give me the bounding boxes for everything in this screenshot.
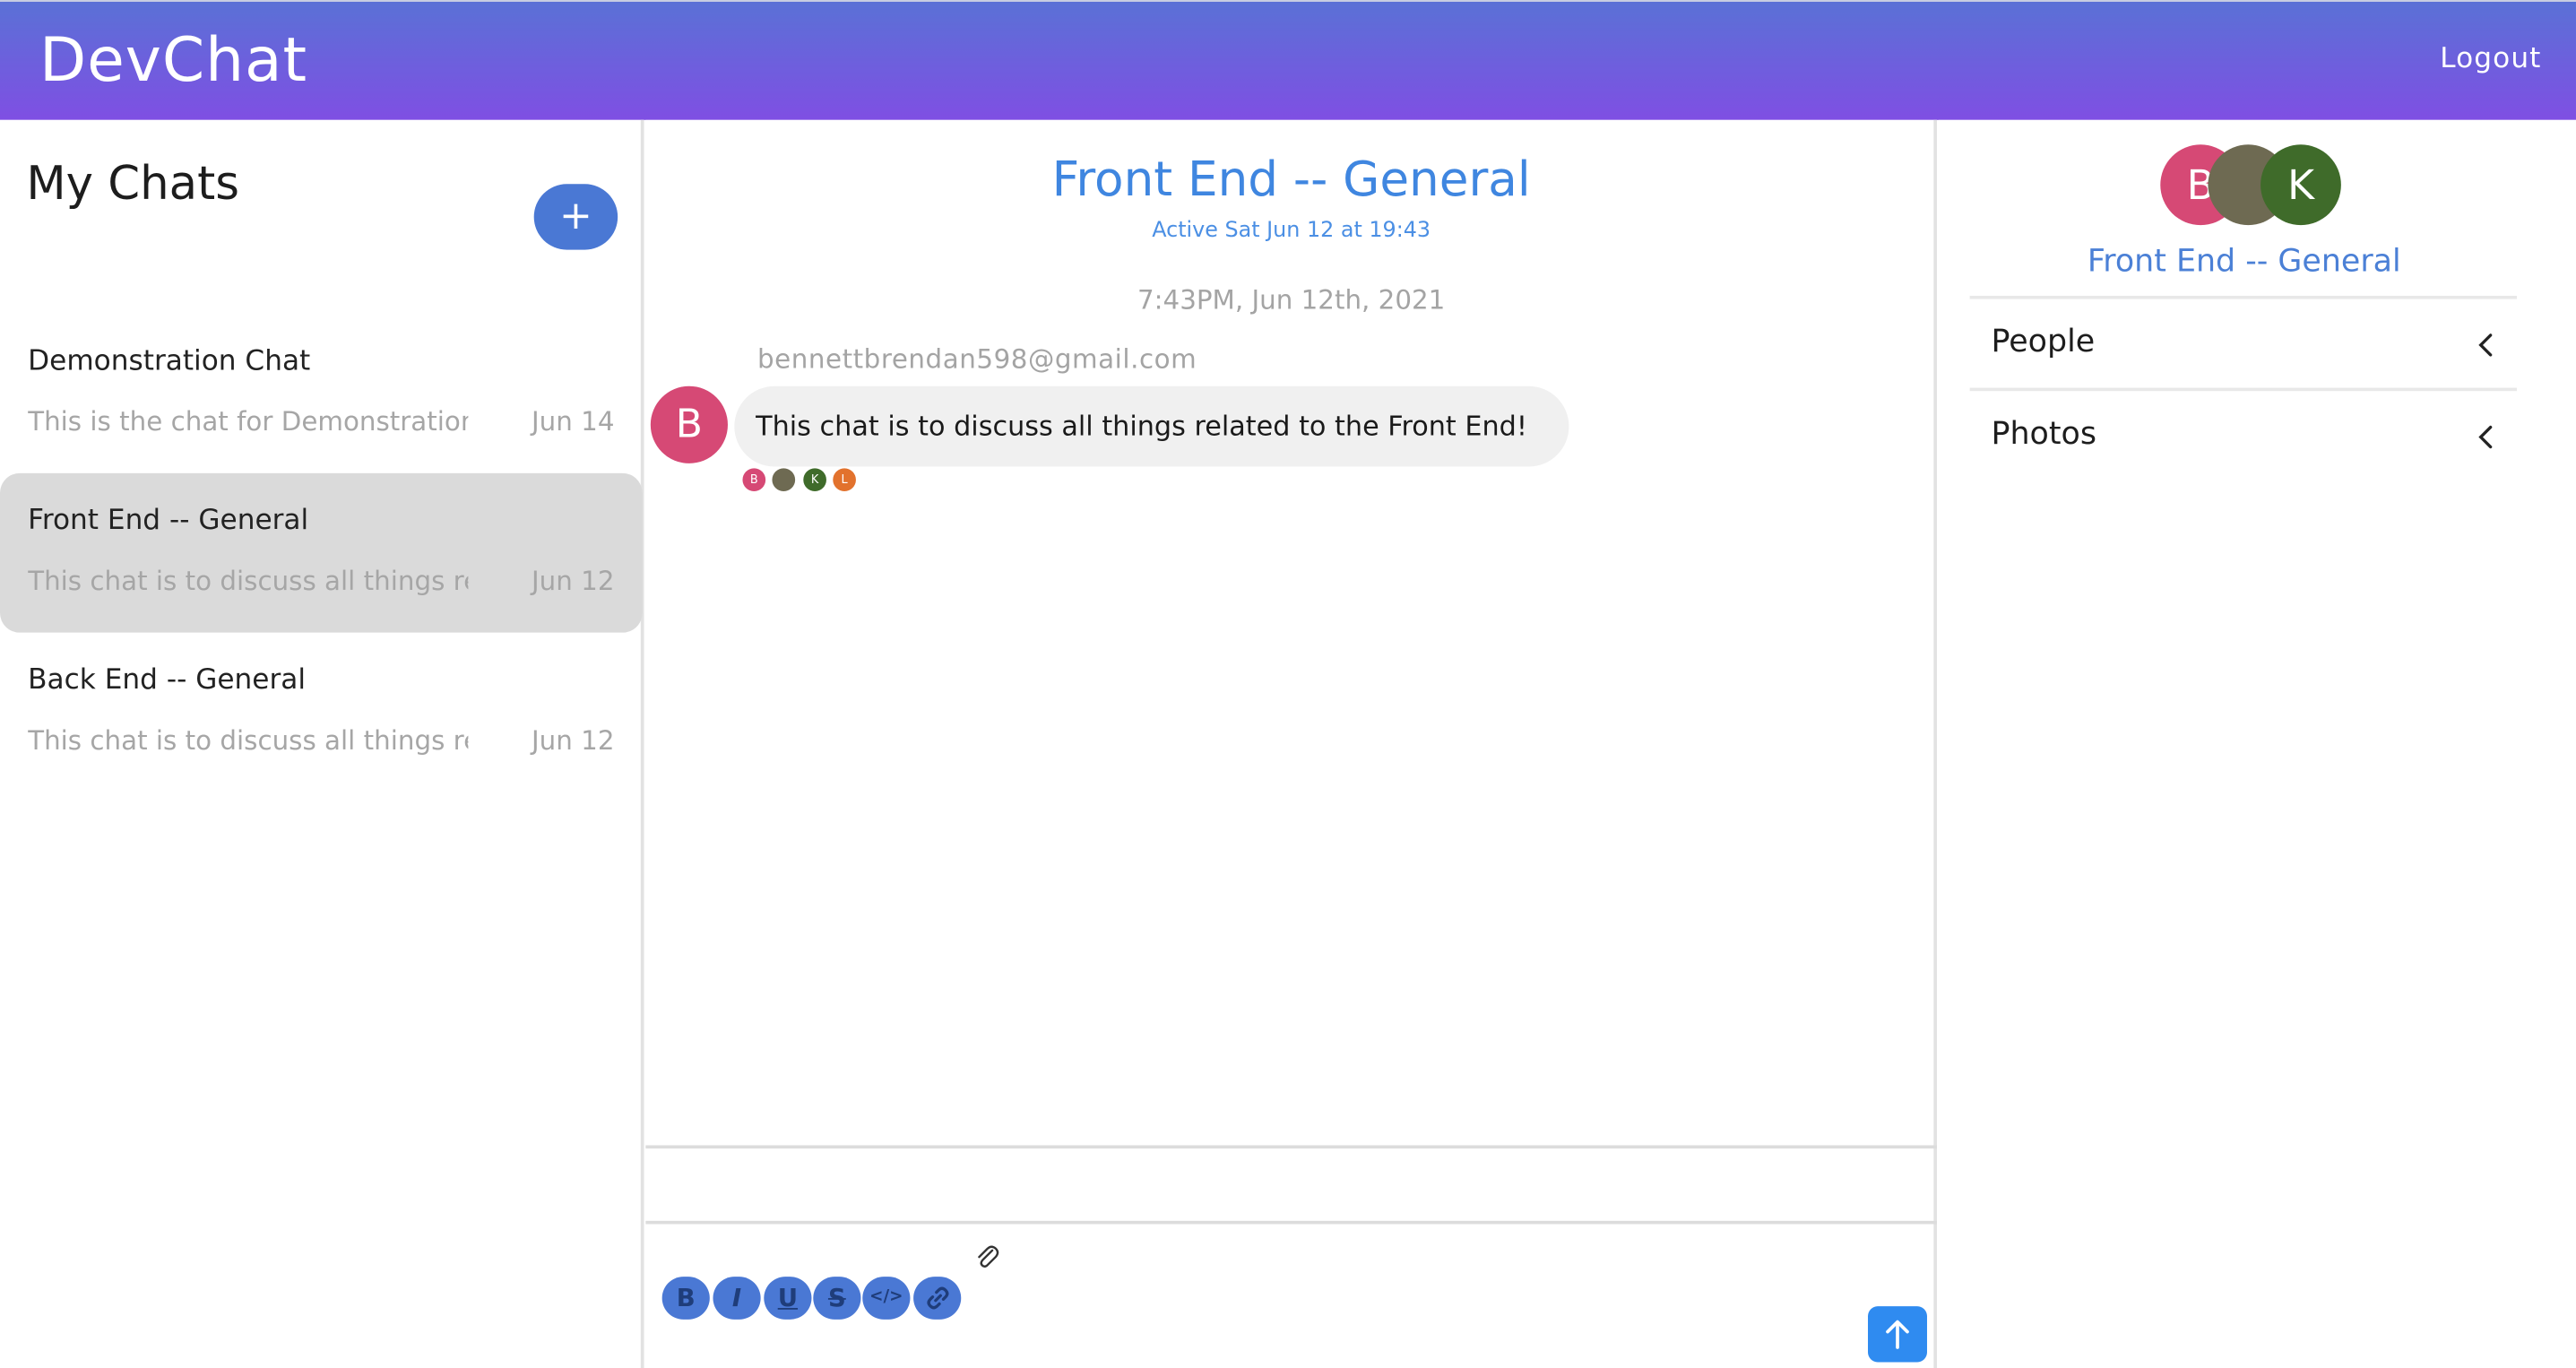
my-chats-title: My Chats: [26, 156, 239, 211]
photos-section[interactable]: Photos: [1969, 387, 2518, 481]
chat-item-front-end[interactable]: Front End -- General This chat is to dis…: [0, 472, 643, 633]
link-icon[interactable]: [913, 1277, 962, 1320]
chat-feed: Front End -- General Active Sat Jun 12 a…: [645, 119, 1937, 1368]
avatar: K: [2260, 144, 2341, 226]
chat-name: Back End -- General: [28, 663, 307, 697]
chat-activity-subtitle: Active Sat Jun 12 at 19:43: [1152, 218, 1431, 244]
chat-preview: This is the chat for Demonstration: [28, 405, 469, 437]
chat-preview: This chat is to discuss all things relat…: [28, 565, 468, 597]
logout-button[interactable]: Logout: [2440, 43, 2541, 76]
chat-list-sidebar: My Chats + Demonstration Chat This is th…: [0, 119, 644, 1368]
message-input-area[interactable]: [645, 1145, 1937, 1225]
chat-title: Front End -- General: [1051, 151, 1531, 207]
chat-name: Demonstration Chat: [28, 344, 311, 378]
paperclip-icon[interactable]: [974, 1244, 1000, 1274]
section-label: People: [1991, 324, 2096, 360]
strikethrough-icon[interactable]: S: [813, 1277, 861, 1320]
italic-icon[interactable]: I: [713, 1277, 761, 1320]
chat-item-back-end[interactable]: Back End -- General This chat is to disc…: [0, 633, 643, 792]
top-bar: DevChat Logout: [0, 0, 2576, 120]
chat-date: Jun 12: [532, 724, 615, 757]
chat-date: Jun 12: [532, 565, 615, 597]
chat-item-demonstration[interactable]: Demonstration Chat This is the chat for …: [0, 314, 643, 473]
read-receipt-avatar: L: [833, 468, 856, 492]
read-receipt-avatar: [772, 468, 796, 492]
read-receipt-avatar: B: [742, 468, 766, 492]
chevron-left-icon: [2478, 425, 2493, 449]
message-sender: bennettbrendan598@gmail.com: [756, 343, 1197, 375]
chat-date: Jun 14: [532, 405, 615, 437]
avatar: B: [650, 385, 728, 463]
chat-preview: This chat is to discuss all things relat…: [28, 724, 468, 757]
chevron-left-icon: [2478, 333, 2493, 357]
send-button[interactable]: [1868, 1306, 1927, 1363]
message-timestamp: 7:43PM, Jun 12th, 2021: [1137, 284, 1446, 316]
chat-settings-panel: B K Front End -- General People Photos: [1938, 119, 2576, 1368]
section-label: Photos: [1991, 415, 2096, 453]
read-receipt-avatar: K: [803, 468, 826, 492]
settings-chat-title: Front End -- General: [2087, 243, 2401, 280]
app-root: DevChat Logout My Chats + Demonstration …: [0, 0, 2576, 1368]
bold-icon[interactable]: B: [661, 1277, 710, 1320]
code-icon[interactable]: </>: [862, 1277, 911, 1320]
people-section[interactable]: People: [1969, 295, 2518, 388]
brand-logo: DevChat: [39, 24, 307, 96]
message-bubble: This chat is to discuss all things relat…: [734, 385, 1569, 467]
new-chat-button[interactable]: +: [533, 184, 618, 250]
underline-icon[interactable]: U: [764, 1277, 812, 1320]
message-composer: B I U S </>: [645, 1225, 1937, 1368]
chat-name: Front End -- General: [28, 504, 309, 538]
arrow-up-icon: [1886, 1320, 1909, 1349]
